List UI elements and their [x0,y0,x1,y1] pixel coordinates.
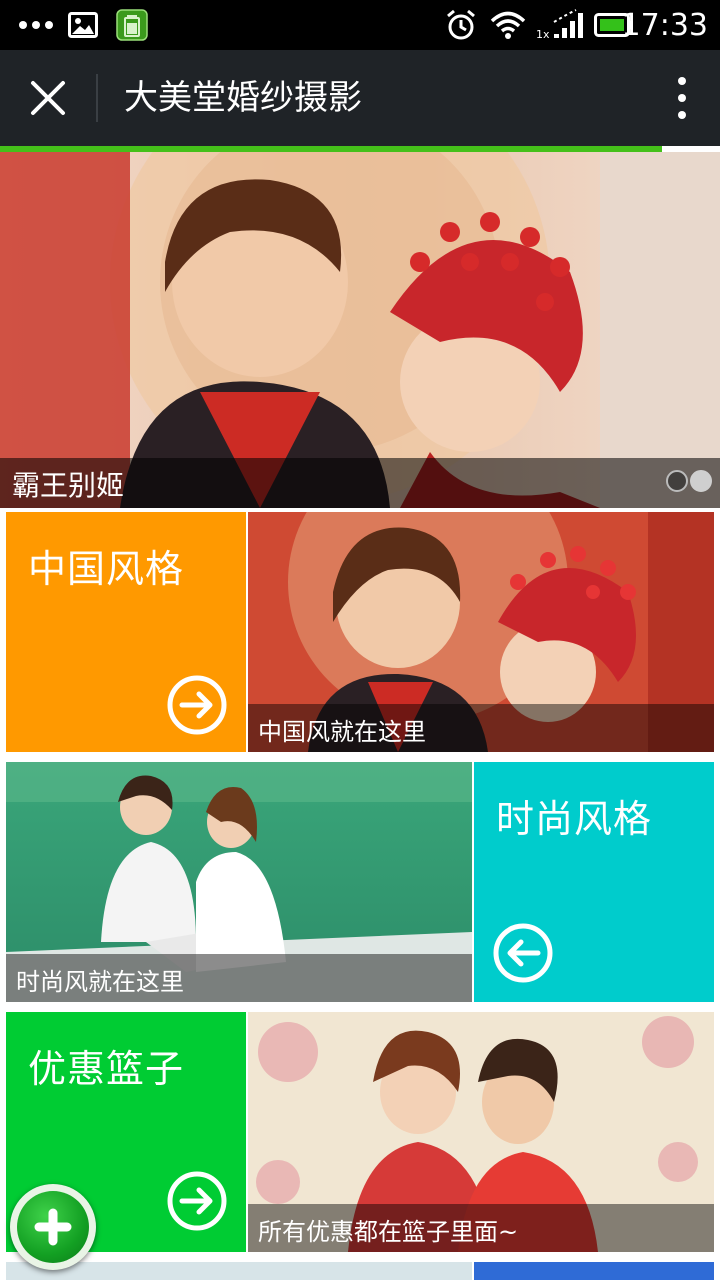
banner-photo [0,152,720,508]
tile-discount-photo[interactable]: 所有优惠都在篮子里面~ [248,1012,714,1252]
photo-caption: 所有优惠都在篮子里面~ [258,1218,519,1246]
tile-next-row-color[interactable] [474,1262,714,1280]
banner-carousel[interactable]: 霸王别姬 [0,152,720,508]
banner-caption: 霸王别姬 [12,469,125,502]
plus-icon [34,1208,72,1246]
title-divider [96,74,98,122]
close-icon [31,81,65,115]
page: 1x 17:33 大美堂婚纱摄影 霸王别姬 中国风格 中国风就在这里 时尚风就在… [0,0,720,1280]
page-title: 大美堂婚纱摄影 [124,78,362,118]
tile-title: 时尚风格 [496,797,653,841]
arrow-left-circle-icon[interactable] [492,922,554,984]
tile-chinese-photo[interactable]: 中国风就在这里 [248,512,714,752]
carousel-dots [666,470,712,492]
photo-caption: 中国风就在这里 [258,718,426,746]
close-button[interactable] [18,68,78,128]
arrow-right-circle-icon[interactable] [166,1170,228,1232]
more-menu-button[interactable] [672,68,692,128]
tile-title: 优惠篮子 [28,1047,185,1091]
signal-label: 1x [536,28,550,41]
status-time: 17:33 [621,7,708,43]
more-dots-icon [18,0,54,50]
gallery-icon [68,0,98,50]
battery-app-icon [116,0,148,50]
alarm-icon [444,0,478,50]
title-bar: 大美堂婚纱摄影 [0,50,720,146]
carousel-dot-1[interactable] [666,470,688,492]
signal-icon: 1x [536,0,590,50]
carousel-dot-2[interactable] [690,470,712,492]
status-bar: 1x 17:33 [0,0,720,50]
photo-caption-bar: 时尚风就在这里 [6,954,472,1002]
photo-caption-bar: 所有优惠都在篮子里面~ [248,1204,714,1252]
photo-caption-bar: 中国风就在这里 [248,704,714,752]
tile-fashion-photo[interactable]: 时尚风就在这里 [6,762,472,1002]
banner-caption-bar: 霸王别姬 [0,458,720,508]
tile-fashion-style[interactable]: 时尚风格 [474,762,714,1002]
tile-chinese-style[interactable]: 中国风格 [6,512,246,752]
arrow-right-circle-icon[interactable] [166,674,228,736]
wifi-icon [490,0,526,50]
photo-caption: 时尚风就在这里 [16,968,184,996]
tile-next-row-photo[interactable] [6,1262,472,1280]
add-fab-button[interactable] [10,1184,96,1270]
more-vert-icon [678,77,686,85]
tile-title: 中国风格 [28,547,185,591]
